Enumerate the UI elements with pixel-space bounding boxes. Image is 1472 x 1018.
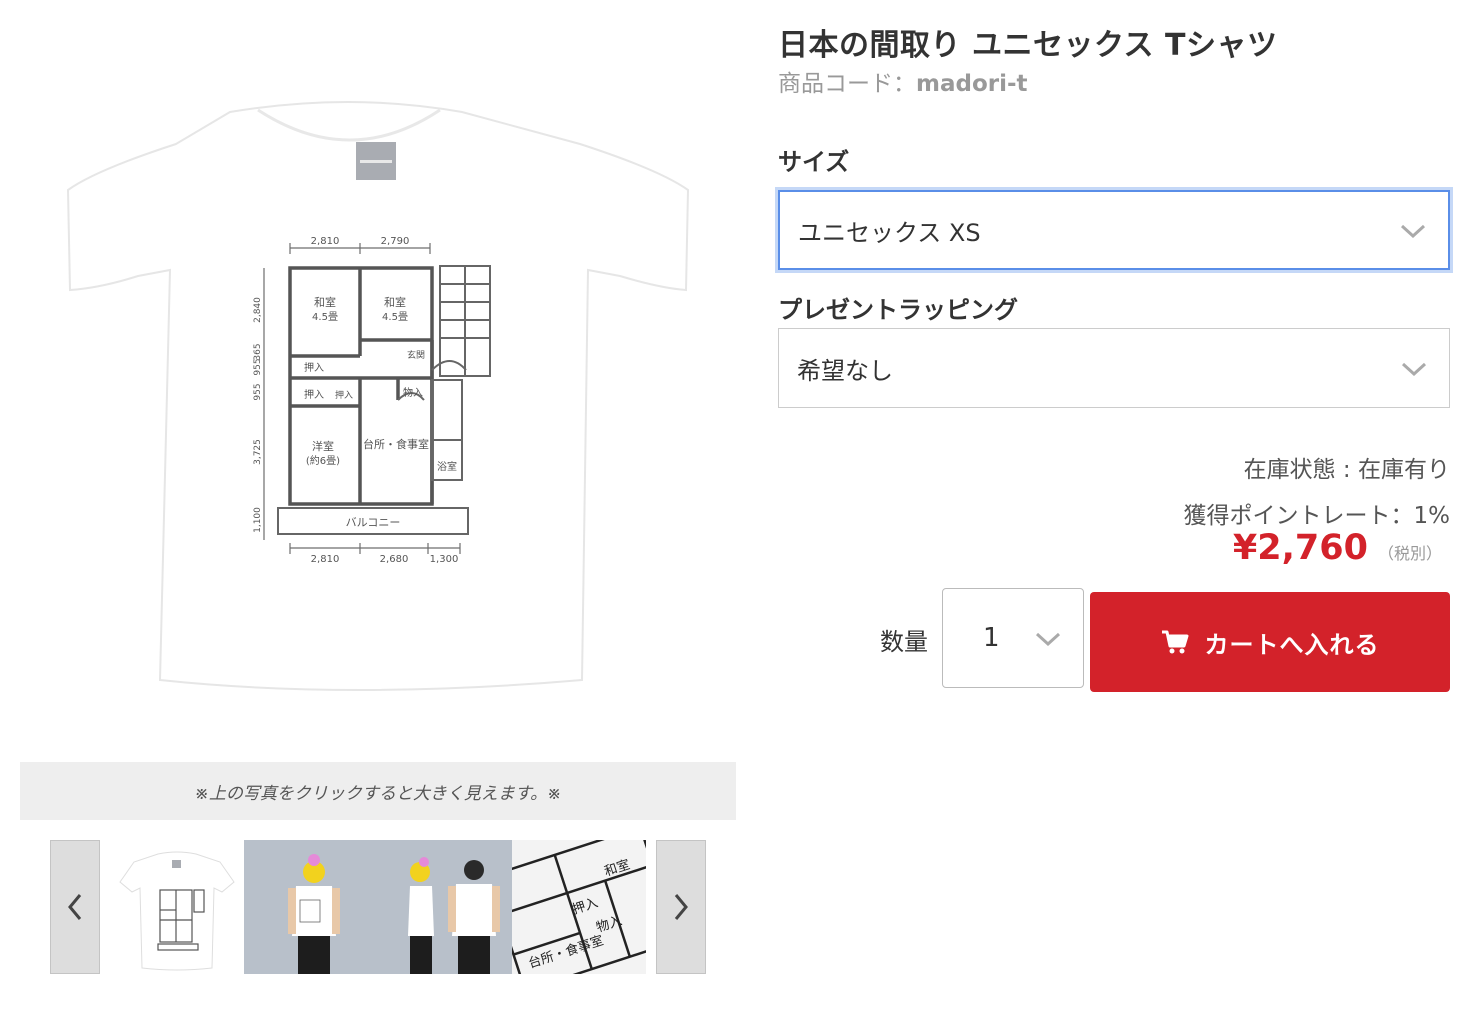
dim-top-2: 2,790 [381,236,410,247]
quantity-value: 1 [983,623,1000,653]
room-genkan: 玄関 [407,349,425,361]
tax-note: （税別） [1377,544,1442,563]
quantity-label: 数量 [880,628,928,656]
tshirt-thumbnail-image [119,851,235,971]
main-product-image[interactable]: 2,810 2,790 2,810 2,680 1,300 2,840 955 … [20,40,736,730]
tshirt-floorplan-image: 2,810 2,790 2,810 2,680 1,300 2,840 955 … [66,101,690,691]
point-rate: 獲得ポイントレート：1% [1183,503,1451,529]
model-photo-thumbnail-image [244,840,512,974]
thumbnail-carousel: 和室 押入 物入 台所・食事室 [50,840,706,974]
dim-left-5: 3,725 [253,439,263,465]
thumbnail-2[interactable] [244,840,512,974]
dim-left-1: 2,840 [253,297,263,323]
size-select[interactable]: ユニセックス XS [778,190,1450,270]
room-oshiire-1: 押入 [304,361,324,374]
chevron-down-icon [1035,632,1061,646]
size-select-value: ユニセックス XS [798,218,981,247]
carousel-prev-button[interactable] [50,840,100,974]
price-row: ¥2,760 （税別） [1233,528,1442,568]
dim-left-3: 365 [253,343,263,360]
chevron-right-icon [674,894,688,920]
room-washitsu-2: 和室 [384,295,406,309]
thumbnail-3[interactable]: 和室 押入 物入 台所・食事室 [512,840,646,974]
chevron-down-icon [1400,224,1426,238]
room-size-1: 4.5畳 [312,311,338,323]
room-yokushitsu: 浴室 [437,460,457,473]
room-size-2: 4.5畳 [382,311,408,323]
add-to-cart-label: カートへ入れる [1204,631,1380,659]
gift-wrap-select[interactable]: 希望なし [778,328,1450,408]
chevron-down-icon [1401,362,1427,376]
dim-top-1: 2,810 [311,236,340,247]
room-oshiire-2: 押入 [304,388,324,401]
dim-bottom-2: 2,680 [380,554,409,565]
room-balcony: バルコニー [346,516,401,529]
gift-wrap-label: プレゼントラッピング [778,296,1018,324]
floorplan-closeup-thumbnail-image: 和室 押入 物入 台所・食事室 [512,840,646,974]
product-code-label: 商品コード： [778,71,916,97]
product-code-value: madori-t [916,71,1028,97]
quantity-select[interactable]: 1 [942,588,1084,688]
stock-status: 在庫状態 : 在庫有り [1243,457,1450,483]
room-yoshitsu: 洋室 [312,439,334,453]
room-monoire: 物入 [403,386,423,399]
dim-left-4: 955 [253,383,263,400]
dim-bottom-3: 1,300 [430,554,459,565]
thumbnail-1[interactable] [112,840,242,974]
chevron-left-icon [68,894,82,920]
price: ¥2,760 [1232,528,1368,568]
room-kitchen: 台所・食事室 [363,437,429,451]
dim-bottom-1: 2,810 [311,554,340,565]
product-title: 日本の間取り ユニセックス Tシャツ [778,28,1278,63]
cart-icon [1161,630,1188,654]
product-code: 商品コード：madori-t [778,64,1028,98]
gift-wrap-select-value: 希望なし [797,356,893,385]
room-oshiire-3: 押入 [335,389,353,401]
room-washitsu-1: 和室 [314,295,336,309]
size-label: サイズ [778,148,850,176]
dim-left-6: 1,100 [253,507,263,533]
image-caption: ※上の写真をクリックすると大きく見えます。※ [20,762,736,820]
room-yoshitsu-size: (約6畳) [306,454,340,467]
add-to-cart-button[interactable]: カートへ入れる [1090,592,1450,692]
carousel-next-button[interactable] [656,840,706,974]
